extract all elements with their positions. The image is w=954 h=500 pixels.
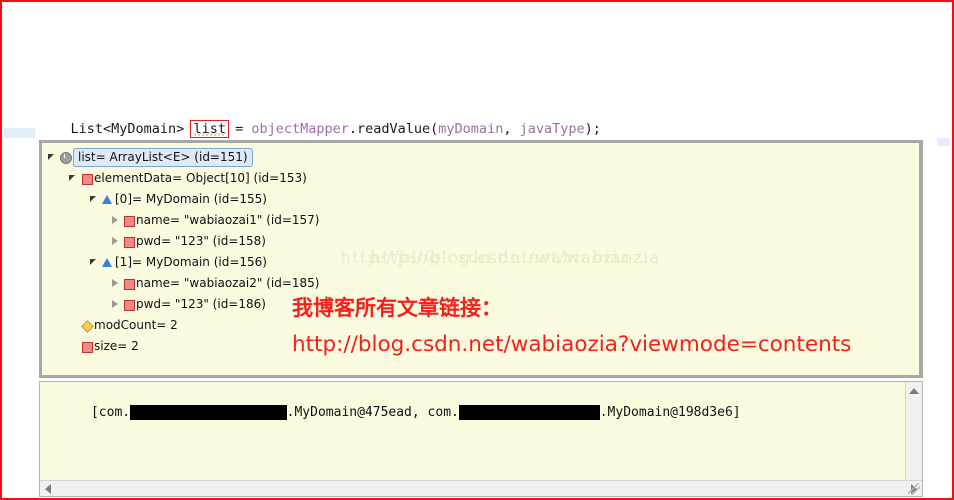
ide-screenshot-root: @RequestMapping(value = "/wabiaozai", me… — [0, 0, 954, 500]
expand-arrow-icon[interactable] — [88, 189, 101, 210]
variable-tree-row[interactable]: [1]= MyDomain (id=156) — [42, 252, 919, 273]
highlighted-identifier: list — [190, 120, 229, 138]
code-token: = — [226, 121, 252, 137]
variable-tree-row[interactable]: pwd= "123" (id=158) — [42, 231, 919, 252]
package-private-field-icon — [80, 315, 94, 336]
code-token: myDomain — [438, 121, 504, 137]
variable-label: elementData= Object[10] (id=153) — [94, 171, 307, 185]
overlay-note-text: 我博客所有文章链接： — [292, 296, 502, 320]
console-vertical-scrollbar[interactable] — [905, 382, 922, 496]
redacted-package-1 — [130, 405, 287, 420]
code-editor[interactable]: @RequestMapping(value = "/wabiaozai", me… — [4, 2, 952, 138]
collapse-arrow-icon[interactable] — [109, 294, 122, 315]
field-icon — [122, 294, 136, 315]
field-icon — [122, 210, 136, 231]
console-mid-2: .MyDomain@198d3e6] — [599, 405, 741, 420]
code-token: javaType — [519, 121, 585, 137]
expand-arrow-icon[interactable] — [88, 252, 101, 273]
field-icon — [122, 231, 136, 252]
variable-label: modCount= 2 — [94, 318, 178, 332]
resize-grip-icon[interactable] — [908, 483, 920, 495]
variable-label: size= 2 — [94, 339, 139, 353]
variable-label: [1]= MyDomain (id=156) — [115, 255, 267, 269]
console-output-panel[interactable]: [com. .MyDomain@475ead, com. .MyDomain@1… — [39, 381, 923, 497]
field-icon — [122, 273, 136, 294]
variable-tree-row[interactable]: name= "wabiaozai2" (id=185) — [42, 273, 919, 294]
overlay-blog-url: http://blog.csdn.net/wabiaozia?viewmode=… — [292, 332, 852, 357]
expand-arrow-icon[interactable] — [46, 147, 59, 168]
variable-label: pwd= "123" (id=158) — [136, 234, 266, 248]
console-horizontal-scrollbar[interactable] — [40, 480, 922, 496]
line-list: @RequestMapping(value = "/wabiaozai", me… — [38, 120, 601, 138]
local-variable-icon — [59, 147, 73, 168]
code-token: List<MyDomain> — [38, 121, 193, 137]
collapse-arrow-icon[interactable] — [109, 210, 122, 231]
code-token: objectMapper — [251, 121, 349, 137]
code-token: , — [503, 121, 520, 137]
variable-tree-row[interactable]: [0]= MyDomain (id=155) — [42, 189, 919, 210]
redacted-package-2 — [458, 405, 600, 420]
code-token: ); — [584, 121, 601, 137]
variable-label: name= "wabiaozai2" (id=185) — [136, 276, 320, 290]
variable-label: pwd= "123" (id=186) — [136, 297, 266, 311]
no-children-spacer-icon — [67, 315, 80, 336]
collapse-arrow-icon[interactable] — [109, 231, 122, 252]
field-icon — [80, 168, 94, 189]
console-mid-1: .MyDomain@475ead, com. — [286, 405, 459, 420]
variables-tree[interactable]: list= ArrayList<E> (id=151) elementData= … — [42, 147, 919, 357]
collapse-arrow-icon[interactable] — [109, 273, 122, 294]
console-output-line: [com. .MyDomain@475ead, com. .MyDomain@1… — [44, 390, 741, 435]
editor-right-sliver — [937, 138, 950, 146]
variable-label: name= "wabiaozai1" (id=157) — [136, 213, 320, 227]
variable-tree-row[interactable]: name= "wabiaozai1" (id=157) — [42, 210, 919, 231]
variable-label: list= ArrayList<E> (id=151) — [73, 148, 253, 167]
gutter-current-line-highlight — [4, 128, 35, 138]
object-element-icon — [101, 252, 115, 273]
variable-tree-row[interactable]: elementData= Object[10] (id=153) — [42, 168, 919, 189]
object-element-icon — [101, 189, 115, 210]
scroll-up-arrow-icon[interactable] — [909, 388, 919, 394]
code-token: .readValue( — [348, 121, 439, 137]
variable-label: [0]= MyDomain (id=155) — [115, 192, 267, 206]
expand-arrow-icon[interactable] — [67, 168, 80, 189]
variable-tree-row[interactable]: list= ArrayList<E> (id=151) — [42, 147, 919, 168]
console-prefix: [com. — [90, 405, 131, 420]
no-children-spacer-icon — [67, 336, 80, 357]
field-icon — [80, 336, 94, 357]
scroll-left-arrow-icon[interactable] — [45, 484, 51, 494]
